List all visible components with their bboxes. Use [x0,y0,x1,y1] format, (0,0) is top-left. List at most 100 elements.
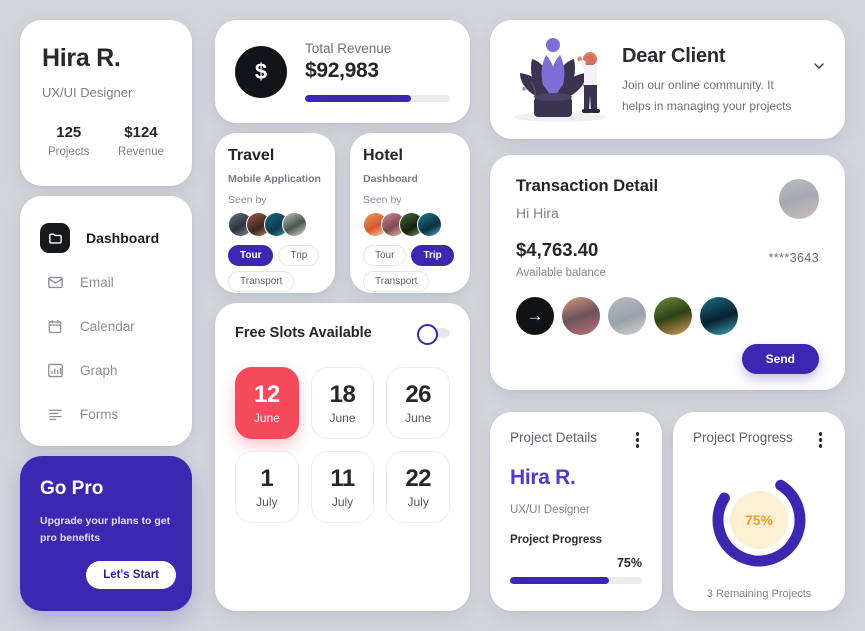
plant-illustration [508,29,616,130]
lets-start-button[interactable]: Let's Start [86,561,176,589]
sidebar-item-email[interactable]: Email [20,260,192,304]
stat-revenue-label: Revenue [117,146,164,158]
hotel-subtitle: Dashboard [363,173,418,185]
sidebar-item-dashboard[interactable]: Dashboard [20,216,192,260]
total-revenue-card: $ Total Revenue $92,983 [215,20,470,123]
slot-month: July [256,495,278,509]
sidebar-item-graph-label: Graph [80,362,118,378]
travel-seen-by-label: Seen by [228,194,267,206]
hotel-chip-trip[interactable]: Trip [411,245,454,266]
contact-avatar[interactable] [700,297,738,335]
project-details-role: UX/UI Designer [510,503,590,516]
transaction-amount-label: Available balance [516,267,606,279]
hotel-chip-transport[interactable]: Transport [363,271,430,292]
go-pro-title: Go Pro [40,478,104,499]
total-revenue-value: $92,983 [305,59,379,82]
more-options-icon[interactable] [633,430,643,450]
contact-avatar[interactable] [608,297,646,335]
project-details-card: Project Details Hira R. UX/UI Designer P… [490,412,662,611]
chevron-down-icon[interactable] [811,58,827,79]
hotel-seen-by-label: Seen by [363,194,402,206]
dear-client-description: Join our online community. It helps in m… [622,77,792,113]
travel-title: Travel [228,147,275,164]
hotel-avatar-stack [363,212,457,237]
avatar [417,212,442,237]
total-revenue-label: Total Revenue [305,41,392,56]
free-slots-toggle[interactable] [417,324,450,345]
progress-donut-chart: 75% [707,468,811,572]
travel-chip-trip[interactable]: Trip [278,245,320,266]
travel-chip-tour[interactable]: Tour [228,245,274,266]
calendar-icon [46,317,64,335]
more-options-icon[interactable] [816,430,826,450]
slot-item[interactable]: 11 July [310,451,375,523]
slot-month: July [331,495,354,509]
hotel-chip-group: Tour Trip Transport [363,245,457,292]
project-details-progress-fill [510,576,609,584]
travel-chip-transport[interactable]: Transport [228,271,295,292]
sidebar-item-dashboard-label: Dashboard [86,230,160,246]
hotel-title: Hotel [363,147,403,164]
envelope-icon [46,273,64,291]
transaction-detail-card: Transaction Detail Hi Hira $4,763.40 Ava… [490,155,845,390]
sidebar-item-graph[interactable]: Graph [20,348,192,392]
project-details-progress-track [510,576,642,584]
sidebar-item-calendar[interactable]: Calendar [20,304,192,348]
project-details-name: Hira R. [510,465,576,489]
free-slots-grid: 12 June 18 June 26 June 1 July 11 July 2… [235,367,450,523]
progress-donut-value: 75% [730,490,788,549]
sidebar-item-calendar-label: Calendar [80,318,135,334]
project-details-title: Project Details [510,430,598,445]
slot-day: 26 [405,381,432,408]
stat-revenue: $124 Revenue [118,124,164,158]
slot-item[interactable]: 12 June [235,367,299,439]
send-button[interactable]: Send [741,344,819,374]
slot-item[interactable]: 18 June [310,367,375,439]
profile-stats: 125 Projects $124 Revenue [42,124,170,158]
slot-day: 18 [329,381,356,408]
list-icon [46,405,64,423]
contact-avatar[interactable] [562,297,600,335]
hotel-card: Hotel Dashboard Seen by Tour Trip Transp… [350,133,470,293]
contact-avatar[interactable] [654,297,692,335]
slot-item[interactable]: 26 June [386,367,450,439]
stat-projects-value: 125 [56,124,82,141]
avatar [282,212,307,237]
revenue-progress-fill [305,95,411,102]
stat-revenue-value: $124 [124,124,158,141]
profile-name: Hira R. [42,44,121,72]
travel-chip-group: Tour Trip Transport [228,245,322,292]
slot-item[interactable]: 22 July [386,451,450,523]
dollar-icon: $ [235,45,287,98]
slot-day: 22 [405,465,432,492]
slot-item[interactable]: 1 July [235,451,299,523]
sidebar-nav-card: Dashboard Email Calendar Graph Forms [20,196,192,446]
hotel-chip-tour[interactable]: Tour [363,245,407,266]
free-slots-title: Free Slots Available [235,325,372,341]
travel-card: Travel Mobile Application Seen by Tour T… [215,133,335,293]
transaction-greeting: Hi Hira [516,205,559,221]
free-slots-card: Free Slots Available 12 June 18 June 26 … [215,303,470,611]
arrow-right-icon[interactable]: → [516,297,554,335]
project-progress-title: Project Progress [693,430,793,445]
avatar [779,179,819,219]
dear-client-card: Dear Client Join our online community. I… [490,20,845,139]
slot-day: 12 [253,381,280,408]
transaction-contacts: → [516,297,819,335]
sidebar-item-forms[interactable]: Forms [20,392,192,436]
folder-icon [40,223,70,253]
slot-month: July [407,495,429,509]
slot-month: June [329,411,356,425]
stat-projects-label: Projects [48,146,90,158]
project-progress-card: Project Progress 75% 3 Remaining Project… [673,412,845,611]
project-progress-footer: 3 Remaining Projects [706,587,812,600]
travel-subtitle: Mobile Application [228,173,321,185]
project-details-progress-label: Project Progress [510,533,603,546]
bar-chart-icon [46,361,64,379]
sidebar-item-forms-label: Forms [80,406,119,422]
project-details-progress-pct: 75% [616,555,642,570]
go-pro-subtitle: Upgrade your plans to get pro benefits [40,515,171,544]
slot-day: 1 [260,465,274,492]
slot-month: June [405,411,432,425]
dear-client-title: Dear Client [622,44,726,67]
